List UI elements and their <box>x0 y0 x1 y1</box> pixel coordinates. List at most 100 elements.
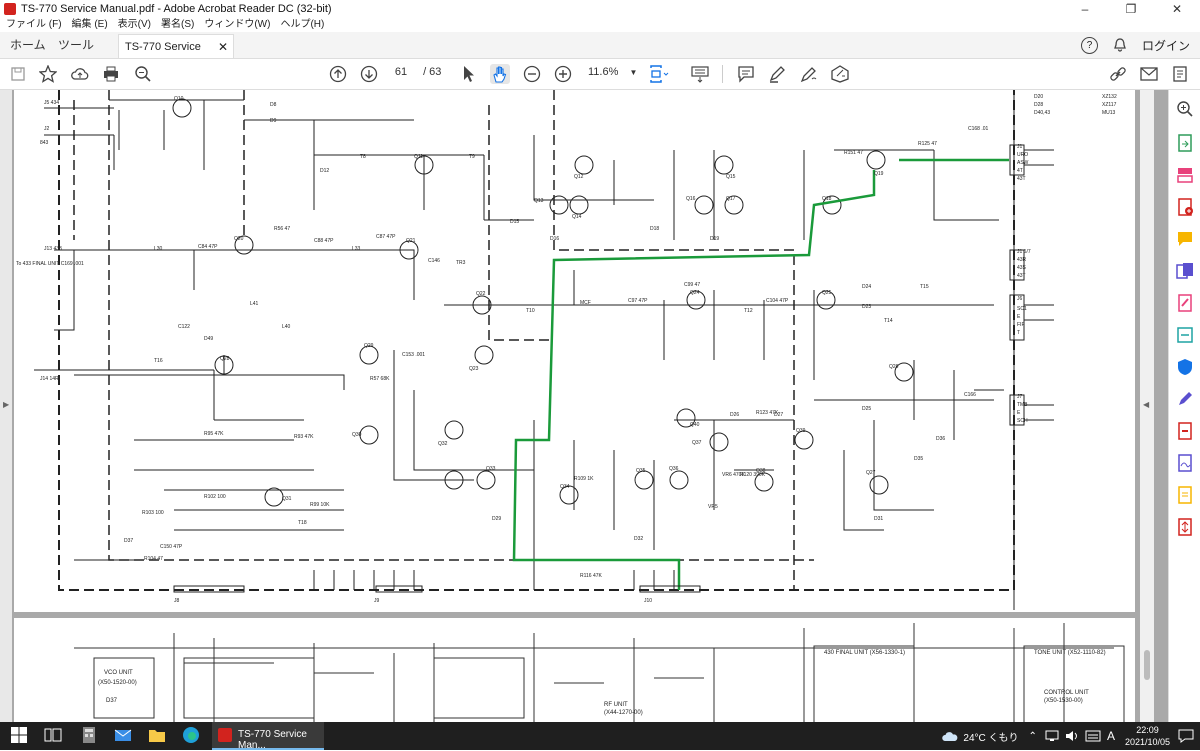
select-cursor-icon[interactable] <box>459 64 479 84</box>
ime-toolbar-icon[interactable] <box>1085 730 1101 742</box>
edge-browser-icon[interactable] <box>182 726 202 746</box>
windows-start-icon[interactable] <box>10 726 30 746</box>
export-icon[interactable] <box>1176 422 1194 440</box>
notification-icon[interactable] <box>1178 729 1194 743</box>
pdf-page-next: VCO UNIT (X50-1520-00) D37 RF UNIT (X44-… <box>14 618 1135 722</box>
login-button[interactable]: ログイン <box>1142 37 1190 54</box>
title-bar: TS-770 Service Manual.pdf - Adobe Acroba… <box>0 0 1200 19</box>
zoom-out-icon[interactable] <box>522 64 542 84</box>
menu-help[interactable]: ヘルプ(H) <box>280 18 324 32</box>
fit-page-icon[interactable] <box>649 64 669 84</box>
highlight-pen-icon[interactable] <box>767 64 787 84</box>
label-c87: C87 47P <box>376 234 396 240</box>
menu-sign[interactable]: 署名(S) <box>161 18 194 32</box>
link-icon[interactable] <box>1108 64 1128 84</box>
close-window-button[interactable]: ✕ <box>1154 0 1200 18</box>
minimize-button[interactable]: – <box>1062 0 1108 18</box>
fill-and-sign-icon[interactable] <box>1176 390 1194 408</box>
calculator-icon[interactable] <box>80 726 100 746</box>
left-panel-toggle[interactable]: ▶ <box>0 90 12 722</box>
menu-view[interactable]: 表示(V) <box>118 18 151 32</box>
page-indicator: 61 / 63 <box>390 66 442 78</box>
zoom-search-icon[interactable] <box>133 64 153 84</box>
document-viewer[interactable]: ▶ Q10 Q11 Q12 Q13 Q14 Q15 Q16 Q17 Q18 Q1… <box>0 90 1168 722</box>
draw-pen-icon[interactable] <box>799 64 819 84</box>
vertical-scrollbar[interactable]: ◀ <box>1140 90 1154 722</box>
protect-icon[interactable] <box>1176 358 1194 376</box>
zoom-level-select[interactable]: 11.6% ▼ <box>588 66 637 78</box>
bell-icon[interactable] <box>1112 37 1128 53</box>
label-q31: Q31 <box>282 496 292 502</box>
label-control-unit: CONTROL UNIT <box>1044 690 1089 696</box>
help-icon[interactable]: ? <box>1080 36 1098 54</box>
label-asw: ASW <box>1017 160 1029 166</box>
tab-tools[interactable]: ツール <box>58 32 94 58</box>
scroll-thumb[interactable] <box>1144 650 1150 680</box>
edit-pdf-icon[interactable] <box>1176 294 1194 312</box>
chevron-up-icon[interactable]: ⌃ <box>1029 731 1037 742</box>
label-q30: Q30 <box>352 432 362 438</box>
comment-tool-icon[interactable] <box>1176 230 1194 248</box>
zoom-in-icon[interactable] <box>553 64 573 84</box>
label-e-bottom: E <box>1017 410 1021 416</box>
label-q23: Q23 <box>469 366 479 372</box>
combine-files-icon[interactable] <box>1176 262 1194 280</box>
print-icon[interactable] <box>101 64 121 84</box>
label-43s: 43S <box>1017 265 1027 271</box>
clock[interactable]: 22:09 2021/10/05 <box>1125 724 1170 748</box>
label-r57: R57 68K <box>370 376 390 382</box>
label-q35: Q35 <box>636 468 646 474</box>
label-vco-part: (X50-1520-00) <box>98 680 137 686</box>
label-l41: L41 <box>250 301 259 307</box>
label-r123: R123 47K <box>756 410 779 416</box>
ime-mode-indicator[interactable]: A <box>1107 729 1115 743</box>
taskbar-acrobat-button[interactable]: TS-770 Service Man... <box>212 722 324 751</box>
mail-icon[interactable] <box>1139 64 1159 84</box>
label-final-unit: 430 FINAL UNIT (X56-1330-1) <box>824 650 905 656</box>
right-tools-panel <box>1168 90 1200 722</box>
menu-window[interactable]: ウィンドウ(W) <box>204 18 270 32</box>
hand-tool-icon[interactable] <box>490 64 510 84</box>
page-number-input[interactable]: 61 <box>390 66 412 78</box>
organize-pages-icon[interactable] <box>1176 166 1194 184</box>
prev-page-icon[interactable] <box>328 64 348 84</box>
label-d25: D25 <box>862 406 871 412</box>
network-icon[interactable] <box>1045 730 1059 742</box>
label-mcf: MCF <box>580 300 591 306</box>
send-for-review-icon[interactable] <box>1176 486 1194 504</box>
compress-icon[interactable] <box>1176 518 1194 536</box>
label-rf-part: (X44-1270-00) <box>604 710 643 716</box>
tab-document[interactable]: TS-770 Service Man... ✕ <box>118 34 234 77</box>
restore-button[interactable]: ❐ <box>1108 0 1154 18</box>
create-pdf-icon[interactable] <box>1176 198 1194 216</box>
label-tone-unit: TONE UNIT (X52-1110-82) <box>1034 650 1106 656</box>
collapse-right-icon[interactable]: ◀ <box>1143 400 1149 409</box>
volume-icon[interactable] <box>1065 730 1079 742</box>
weather-text[interactable]: 24°C くもり <box>963 729 1018 744</box>
fill-sign-icon[interactable] <box>830 64 850 84</box>
menu-edit[interactable]: 編集 (E) <box>72 18 108 32</box>
upload-cloud-icon[interactable] <box>70 64 90 84</box>
scan-ocr-icon[interactable] <box>1176 326 1194 344</box>
label-d16: D16 <box>550 236 559 242</box>
zoom-tool-icon[interactable] <box>1176 100 1194 118</box>
share-icon[interactable] <box>1170 64 1190 84</box>
menu-file[interactable]: ファイル (F) <box>6 18 62 32</box>
export-pdf-icon[interactable] <box>1176 134 1194 152</box>
request-signature-icon[interactable] <box>1176 454 1194 472</box>
task-view-icon[interactable] <box>44 726 64 746</box>
file-explorer-icon[interactable] <box>148 726 168 746</box>
label-d40-43: D40,43 <box>1034 110 1050 116</box>
label-q27: Q27 <box>866 470 876 476</box>
next-page-icon[interactable] <box>359 64 379 84</box>
tab-home[interactable]: ホーム <box>10 32 46 58</box>
star-icon[interactable] <box>38 64 58 84</box>
save-icon[interactable] <box>8 64 28 84</box>
comment-icon[interactable] <box>736 64 756 84</box>
keyboard-scroll-icon[interactable] <box>690 64 710 84</box>
mail-app-icon[interactable] <box>114 726 134 746</box>
label-d8: D8 <box>270 102 277 108</box>
tab-bar: ホーム ツール TS-770 Service Man... ✕ ? ログイン <box>0 32 1200 77</box>
label-c104: C104 47P <box>766 298 789 304</box>
close-tab-icon[interactable]: ✕ <box>218 35 228 59</box>
